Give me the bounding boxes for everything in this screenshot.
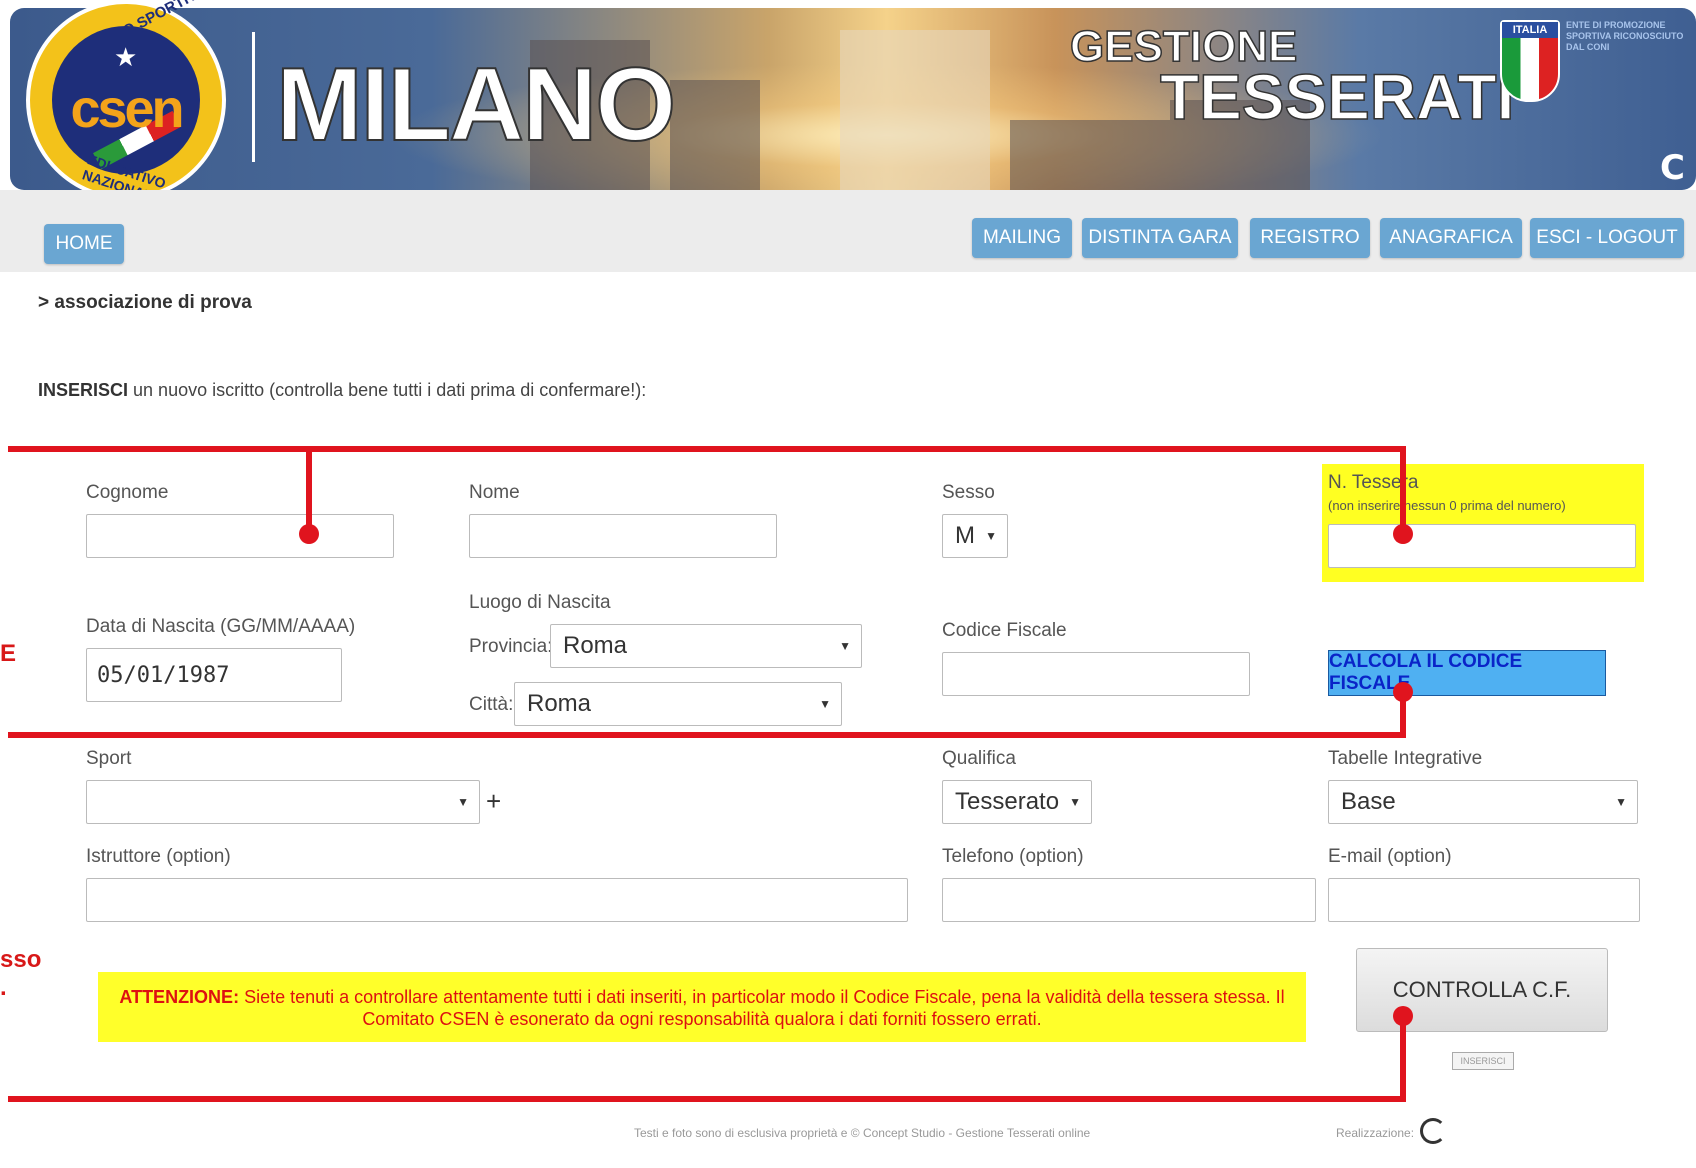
nav-anagrafica[interactable]: ANAGRAFICA (1380, 218, 1522, 258)
cognome-input[interactable] (86, 514, 394, 558)
intro-rest: un nuovo iscritto (controlla bene tutti … (128, 380, 647, 400)
shield-label: ITALIA (1502, 22, 1558, 38)
footer-text: Testi e foto sono di esclusiva proprietà… (634, 1126, 1091, 1140)
istruttore-label: Istruttore (option) (86, 846, 231, 867)
istruttore-input[interactable] (86, 878, 908, 922)
qualifica-select[interactable]: Tesserato ▼ (942, 780, 1092, 824)
tabelle-value: Base (1341, 788, 1396, 815)
citta-label: Città: (469, 694, 514, 715)
breadcrumb: > associazione di prova (38, 292, 252, 313)
calcola-cf-button[interactable]: CALCOLA IL CODICE FISCALE (1328, 650, 1606, 696)
annotation-dot (1393, 524, 1413, 544)
telefono-input[interactable] (942, 878, 1316, 922)
italia-shield-icon: ITALIA (1500, 20, 1560, 102)
tabelle-label: Tabelle Integrative (1328, 748, 1483, 769)
chevron-down-icon: ▼ (985, 529, 997, 543)
header-divider (252, 32, 255, 162)
warning-box: ATTENZIONE: Siete tenuti a controllare a… (98, 972, 1306, 1042)
logo-text: csen (70, 79, 184, 139)
provincia-select[interactable]: Roma ▼ (550, 624, 862, 668)
annotation-line (1400, 1014, 1406, 1102)
app-title-line2: TESSERATI (1159, 60, 1515, 134)
sesso-select[interactable]: M ▼ (942, 514, 1008, 558)
home-button[interactable]: HOME (44, 224, 124, 264)
chevron-down-icon: ▼ (839, 639, 851, 653)
sport-label: Sport (86, 748, 132, 769)
annotation-line (1400, 446, 1406, 534)
annotation-dot (1393, 682, 1413, 702)
tessera-input[interactable] (1328, 524, 1636, 568)
nascita-input[interactable]: 05/01/1987 (86, 648, 342, 702)
annotation-line (8, 446, 1406, 452)
nav-registro[interactable]: REGISTRO (1250, 218, 1370, 258)
warning-bold: ATTENZIONE: (119, 987, 240, 1007)
left-edge-text: . (0, 974, 7, 1001)
add-sport-button[interactable]: + (486, 786, 501, 817)
coni-text: ENTE DI PROMOZIONE SPORTIVA RICONOSCIUTO… (1566, 20, 1684, 52)
annotation-line (8, 1096, 1406, 1102)
concept-studio-icon[interactable] (1420, 1118, 1446, 1144)
annotation-dot (1393, 1006, 1413, 1026)
left-edge-text: sso (0, 946, 42, 973)
chevron-down-icon: ▼ (1069, 795, 1081, 809)
intro-bold: INSERISCI (38, 380, 129, 400)
cf-input[interactable] (942, 652, 1250, 696)
provincia-label: Provincia: (469, 636, 553, 657)
nav-logout[interactable]: ESCI - LOGOUT (1530, 218, 1684, 258)
refresh-icon[interactable]: C (1660, 148, 1685, 188)
nascita-label: Data di Nascita (GG/MM/AAAA) (86, 616, 356, 637)
qualifica-label: Qualifica (942, 748, 1016, 769)
left-edge-text: E (0, 640, 17, 667)
luogo-label: Luogo di Nascita (469, 592, 611, 613)
nome-label: Nome (469, 482, 520, 503)
annotation-line (8, 732, 1406, 738)
citta-select[interactable]: Roma ▼ (514, 682, 842, 726)
email-input[interactable] (1328, 878, 1640, 922)
tabelle-select[interactable]: Base ▼ (1328, 780, 1638, 824)
cognome-label: Cognome (86, 482, 169, 503)
chevron-down-icon: ▼ (1615, 795, 1627, 809)
sesso-label: Sesso (942, 482, 995, 503)
csen-logo: CENTRO SPORTIVO ★ csen EDUCATIVO NAZIONA… (26, 0, 226, 207)
cf-label: Codice Fiscale (942, 620, 1067, 641)
nav-mailing[interactable]: MAILING (972, 218, 1072, 258)
tessera-note: (non inserire nessun 0 prima del numero) (1328, 498, 1566, 513)
chevron-down-icon: ▼ (457, 795, 469, 809)
annotation-dot (299, 524, 319, 544)
citta-value: Roma (527, 690, 592, 717)
provincia-value: Roma (563, 632, 628, 659)
intro-text: INSERISCI un nuovo iscritto (controlla b… (38, 380, 646, 401)
sport-select[interactable]: ▼ (86, 780, 480, 824)
realizzazione-label: Realizzazione: (1336, 1126, 1415, 1140)
qualifica-value: Tesserato (955, 788, 1060, 815)
telefono-label: Telefono (option) (942, 846, 1084, 867)
chevron-down-icon: ▼ (819, 697, 831, 711)
star-icon: ★ (114, 42, 138, 72)
inserisci-button[interactable]: INSERISCI (1452, 1052, 1514, 1070)
annotation-line (306, 446, 312, 534)
email-label: E-mail (option) (1328, 846, 1452, 867)
warning-text: Siete tenuti a controllare attentamente … (239, 987, 1285, 1029)
nome-input[interactable] (469, 514, 777, 558)
nav-distinta-gara[interactable]: DISTINTA GARA (1082, 218, 1238, 258)
city-title: MILANO (275, 46, 677, 164)
sesso-value: M (955, 522, 975, 549)
